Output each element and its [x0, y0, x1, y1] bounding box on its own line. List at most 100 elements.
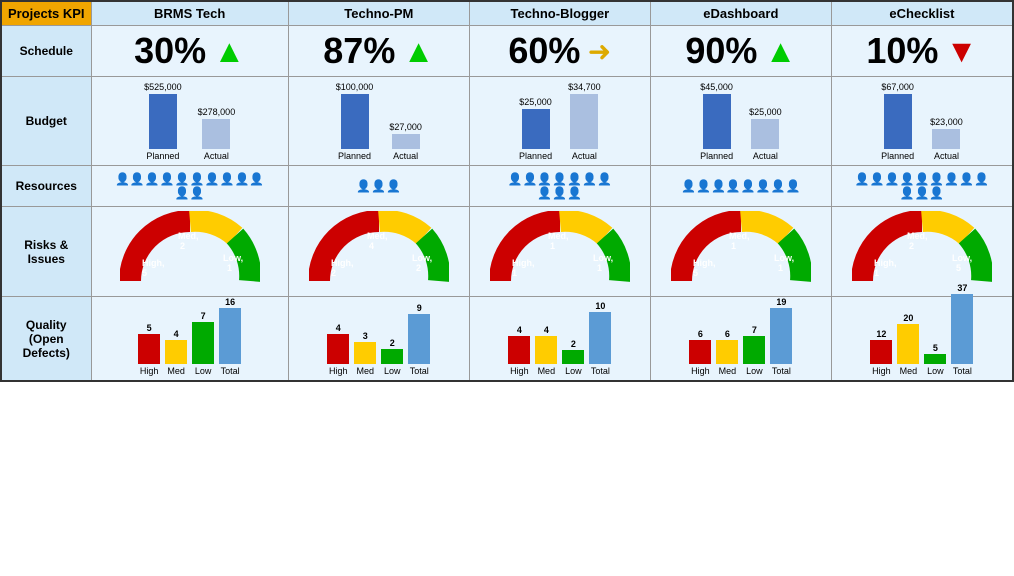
schedule-brms: 30% ▲ [91, 26, 288, 77]
quality-edashboard-total-bar [770, 308, 792, 364]
budget-edashboard-chart: $45,000 Planned $25,000 Actual [659, 81, 823, 161]
quality-technopm-high-lbl: High [329, 366, 348, 376]
quality-technoblogger-total-lbl: Total [591, 366, 610, 376]
budget-echecklist-actual-bottom: Actual [934, 151, 959, 161]
svg-text:5: 5 [693, 268, 698, 278]
budget-technopm-planned-bottom: Planned [338, 151, 371, 161]
budget-brms-planned-bottom: Planned [146, 151, 179, 161]
budget-technoblogger-actual-bar [570, 94, 598, 149]
resources-brms-red: 👤👤 [98, 186, 282, 200]
quality-brms-total: 16 Total [219, 297, 241, 376]
risks-brms: High, 5 Med, 2 Low, 1 [91, 207, 288, 297]
budget-brms-planned: $525,000 Planned [144, 82, 182, 161]
budget-technopm-planned-bar [341, 94, 369, 149]
quality-echecklist-med-lbl: Med [900, 366, 918, 376]
quality-edashboard-total-num: 19 [776, 297, 786, 307]
quality-brms-total-num: 16 [225, 297, 235, 307]
quality-brms-chart: 5 High 4 Med 7 Low 16 [100, 301, 280, 376]
quality-technopm-med: 3 Med [354, 331, 376, 376]
quality-technopm-low: 2 Low [381, 338, 403, 376]
quality-edashboard-low-num: 7 [752, 325, 757, 335]
quality-technopm-low-num: 2 [390, 338, 395, 348]
quality-echecklist-total-num: 37 [957, 283, 967, 293]
quality-technopm-total-num: 9 [417, 303, 422, 313]
quality-brms-med-lbl: Med [167, 366, 185, 376]
budget-echecklist-actual-bar [932, 129, 960, 149]
schedule-brms-arrow: ▲ [214, 33, 246, 70]
quality-edashboard-low-lbl: Low [746, 366, 763, 376]
quality-echecklist-total: 37 Total [951, 283, 973, 376]
budget-echecklist-actual: $23,000 Actual [930, 117, 963, 161]
quality-brms-total-lbl: Total [221, 366, 240, 376]
quality-technoblogger-med-lbl: Med [538, 366, 556, 376]
budget-echecklist-planned-label: $67,000 [881, 82, 914, 92]
quality-echecklist-low-num: 5 [933, 343, 938, 353]
quality-technoblogger-low-lbl: Low [565, 366, 582, 376]
schedule-technopm-arrow: ▲ [403, 33, 435, 70]
resources-technopm-green: 👤👤👤 [295, 179, 463, 193]
dashboard-table: Projects KPI BRMS Tech Techno-PM Techno-… [0, 0, 1014, 382]
quality-technopm-high-num: 4 [336, 323, 341, 333]
quality-technoblogger-high-bar [508, 336, 530, 364]
quality-brms-high-num: 5 [147, 323, 152, 333]
risks-echecklist: High, 1 Med, 2 Low, 5 [831, 207, 1013, 297]
budget-edashboard: $45,000 Planned $25,000 Actual [650, 77, 831, 166]
resources-technopm: 👤👤👤 [288, 166, 469, 207]
budget-technopm-chart: $100,000 Planned $27,000 Actual [297, 81, 461, 161]
quality-technopm-med-lbl: Med [357, 366, 375, 376]
svg-text:1: 1 [550, 241, 555, 251]
risks-technopm: High, 2 Med, 4 Low, 2 [288, 207, 469, 297]
budget-edashboard-actual-label: $25,000 [749, 107, 782, 117]
resources-technoblogger-green: 👤👤👤👤👤👤👤 [476, 172, 644, 186]
quality-technopm-low-lbl: Low [384, 366, 401, 376]
budget-label: Budget [1, 77, 91, 166]
quality-technoblogger-high: 4 High [508, 325, 530, 376]
quality-echecklist-low: 5 Low [924, 343, 946, 376]
svg-text:Med,: Med, [907, 231, 928, 241]
svg-text:Low,: Low, [412, 253, 432, 263]
quality-technopm-high: 4 High [327, 323, 349, 376]
quality-echecklist-med-num: 20 [903, 313, 913, 323]
budget-edashboard-actual-bottom: Actual [753, 151, 778, 161]
svg-text:1: 1 [731, 241, 736, 251]
project-header-1: BRMS Tech [91, 1, 288, 26]
resources-label: Resources [1, 166, 91, 207]
quality-echecklist-high-bar [870, 340, 892, 364]
project-header-3: Techno-Blogger [469, 1, 650, 26]
quality-edashboard-high-num: 6 [698, 329, 703, 339]
schedule-brms-value: 30% [134, 30, 206, 72]
svg-text:2: 2 [416, 263, 421, 273]
risks-technoblogger-gauge: High, 1 Med, 1 Low, 1 [490, 211, 630, 289]
quality-brms-med-num: 4 [174, 329, 179, 339]
budget-brms-planned-bar [149, 94, 177, 149]
quality-technoblogger-chart: 4 High 4 Med 2 Low 10 [478, 301, 642, 376]
quality-technopm: 4 High 3 Med 2 Low 9 [288, 297, 469, 382]
resources-edashboard-green: 👤👤👤👤👤👤👤👤 [657, 179, 825, 193]
quality-brms-total-bar [219, 308, 241, 364]
quality-edashboard-total: 19 Total [770, 297, 792, 376]
svg-text:5: 5 [142, 268, 147, 278]
quality-echecklist: 12 High 20 Med 5 Low 37 [831, 297, 1013, 382]
quality-echecklist-high: 12 High [870, 329, 892, 376]
svg-text:5: 5 [956, 263, 961, 273]
schedule-edashboard-arrow: ▲ [765, 33, 797, 70]
quality-technoblogger-med-num: 4 [544, 325, 549, 335]
quality-technoblogger-low-num: 2 [571, 339, 576, 349]
quality-edashboard-high: 6 High [689, 329, 711, 376]
budget-technopm-actual: $27,000 Actual [389, 122, 422, 161]
resources-brms-green: 👤👤👤👤👤👤👤👤👤👤 [98, 172, 282, 186]
budget-technoblogger-actual: $34,700 Actual [568, 82, 601, 161]
budget-brms: $525,000 Planned $278,000 Actual [91, 77, 288, 166]
quality-technoblogger-low-bar [562, 350, 584, 364]
quality-technoblogger-total-bar [589, 312, 611, 364]
schedule-edashboard: 90% ▲ [650, 26, 831, 77]
project-header-4: eDashboard [650, 1, 831, 26]
budget-technoblogger-planned-bar [522, 109, 550, 149]
quality-edashboard-low-bar [743, 336, 765, 364]
risks-brms-gauge: High, 5 Med, 2 Low, 1 [120, 211, 260, 289]
svg-text:Med,: Med, [548, 231, 569, 241]
quality-echecklist-low-bar [924, 354, 946, 364]
quality-echecklist-high-lbl: High [872, 366, 891, 376]
svg-text:2: 2 [909, 241, 914, 251]
quality-edashboard-med-bar [716, 340, 738, 364]
